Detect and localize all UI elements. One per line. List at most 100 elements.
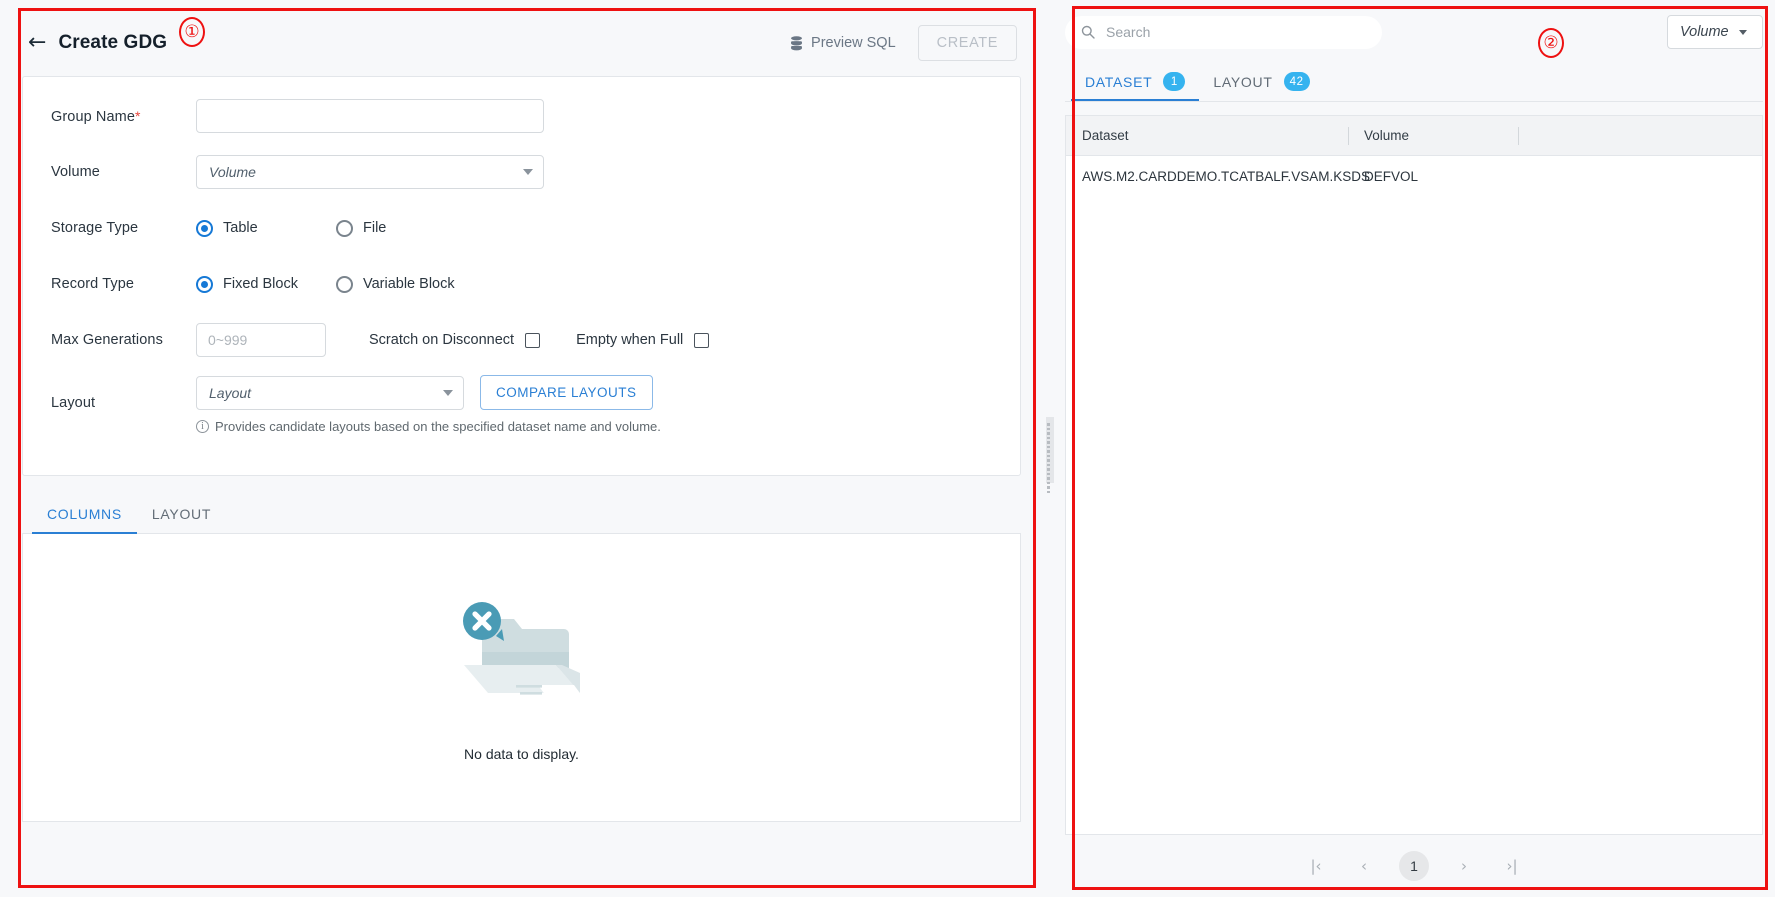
group-name-label: Group Name* (51, 108, 196, 125)
dataset-table: Dataset Volume AWS.M2.CARDDEMO.TCATBALF.… (1065, 115, 1763, 835)
volume-filter-select[interactable]: Volume (1667, 15, 1763, 49)
tab-columns[interactable]: COLUMNS (32, 506, 137, 534)
radio-record-fixed-block-label: Fixed Block (223, 276, 298, 292)
volume-select-value: Volume (209, 164, 256, 180)
column-header-dataset[interactable]: Dataset (1066, 116, 1348, 156)
tab-dataset-badge: 1 (1163, 72, 1186, 91)
cell-dataset: AWS.M2.CARDDEMO.TCATBALF.VSAM.KSDS (1082, 168, 1371, 184)
group-name-label-text: Group Name (51, 108, 136, 125)
pagination-last-button[interactable]: ›| (1499, 853, 1525, 879)
search-input[interactable] (1106, 24, 1366, 40)
annotation-marker-1: ① (179, 17, 205, 47)
layout-line: Layout COMPARE LAYOUTS (196, 375, 661, 410)
form-row-max-generations: Max Generations Scratch on Disconnect Em… (23, 319, 1020, 361)
checkbox-icon (525, 332, 541, 348)
tab-dataset[interactable]: DATASET 1 (1071, 72, 1200, 101)
record-type-label: Record Type (51, 276, 135, 292)
radio-icon-selected (196, 275, 213, 293)
table-row[interactable]: AWS.M2.CARDDEMO.TCATBALF.VSAM.KSDS DEFVO… (1066, 156, 1762, 196)
pagination-prev-button[interactable]: ‹ (1351, 853, 1377, 879)
checkbox-scratch-on-disconnect[interactable]: Scratch on Disconnect (369, 332, 541, 348)
dataset-browser-panel: Volume DATASET 1 LAYOUT 42 Dataset Volum… (1057, 0, 1775, 897)
page-title: Create GDG (58, 32, 168, 53)
search-box[interactable] (1065, 15, 1382, 49)
columns-layout-section: COLUMNS LAYOUT No data to display. (22, 489, 1021, 822)
form-row-record-type: Record Type Fixed Block Variable Block (23, 263, 1020, 305)
scratch-on-disconnect-label: Scratch on Disconnect (369, 332, 515, 348)
layout-select[interactable]: Layout (196, 375, 464, 410)
pagination: |‹ ‹ 1 › ›| (1065, 835, 1763, 897)
panel-splitter[interactable] (1043, 0, 1057, 897)
table-body-empty-area (1066, 196, 1762, 834)
radio-icon-selected (196, 219, 213, 237)
storage-type-label: Storage Type (51, 220, 139, 236)
lower-tabs: COLUMNS LAYOUT (22, 489, 1021, 534)
chevron-down-icon (443, 389, 453, 396)
radio-record-fixed-block[interactable]: Fixed Block (196, 275, 336, 293)
record-type-radio-group: Fixed Block Variable Block (196, 275, 455, 293)
preview-sql-button[interactable]: Preview SQL (790, 35, 896, 51)
search-icon (1081, 25, 1095, 39)
max-generations-input[interactable] (196, 323, 326, 357)
annotation-marker-2: ② (1538, 28, 1564, 58)
columns-empty-state: No data to display. (22, 534, 1021, 822)
cell-volume: DEFVOL (1364, 168, 1419, 184)
tab-layout-label: LAYOUT (1213, 73, 1273, 90)
radio-storage-file-label: File (363, 220, 387, 236)
storage-type-radio-group: Table File (196, 219, 387, 237)
create-button[interactable]: CREATE (917, 25, 1017, 61)
radio-record-variable-block-label: Variable Block (363, 276, 455, 292)
chevron-down-icon (1738, 29, 1747, 35)
gdg-form-card: Group Name* Volume Volume Storage Type T… (22, 76, 1021, 476)
app-root: ← Create GDG Preview SQL CREATE Group Na… (0, 0, 1775, 897)
empty-when-full-label: Empty when Full (576, 332, 684, 348)
tab-layout[interactable]: LAYOUT (137, 506, 226, 533)
radio-icon-unselected (336, 275, 353, 293)
folder-error-icon (462, 602, 582, 696)
radio-record-variable-block[interactable]: Variable Block (336, 275, 455, 293)
chevron-down-icon (523, 169, 533, 175)
layout-select-value: Layout (209, 384, 252, 401)
pagination-first-button[interactable]: |‹ (1303, 853, 1329, 879)
table-header-row: Dataset Volume (1066, 116, 1762, 156)
form-row-storage-type: Storage Type Table File (23, 207, 1020, 249)
checkbox-empty-when-full[interactable]: Empty when Full (576, 332, 710, 348)
dataset-browser-tabs: DATASET 1 LAYOUT 42 (1065, 61, 1763, 101)
layout-label: Layout (51, 395, 96, 411)
radio-storage-table[interactable]: Table (196, 219, 336, 237)
form-row-group-name: Group Name* (23, 95, 1020, 137)
layout-hint-text: Provides candidate layouts based on the … (215, 419, 661, 434)
volume-label: Volume (51, 164, 100, 180)
arrow-left-icon[interactable]: ← (28, 32, 46, 54)
checkbox-icon (694, 332, 710, 348)
layout-controls: Layout COMPARE LAYOUTS i Provides candid… (196, 375, 661, 434)
empty-state-text: No data to display. (464, 746, 579, 762)
column-header-volume[interactable]: Volume (1348, 116, 1518, 156)
tab-layout-badge: 42 (1283, 72, 1310, 91)
database-icon (791, 35, 803, 50)
required-asterisk: * (135, 107, 141, 124)
form-row-layout: Layout Layout COMPARE LAYOUTS i Provides… (23, 375, 1020, 434)
compare-layouts-button[interactable]: COMPARE LAYOUTS (480, 375, 653, 410)
volume-filter-value: Volume (1680, 24, 1729, 40)
pagination-page-1[interactable]: 1 (1399, 851, 1429, 881)
form-row-volume: Volume Volume (23, 151, 1020, 193)
layout-hint: i Provides candidate layouts based on th… (196, 419, 661, 434)
info-icon: i (196, 420, 209, 433)
radio-storage-table-label: Table (223, 220, 258, 236)
volume-select[interactable]: Volume (196, 155, 544, 189)
radio-storage-file[interactable]: File (336, 219, 387, 237)
dataset-browser-toolbar: Volume (1065, 12, 1763, 52)
group-name-input[interactable] (196, 99, 544, 133)
tabs-divider (1065, 101, 1763, 102)
tab-layout[interactable]: LAYOUT 42 (1199, 72, 1323, 101)
splitter-grip-icon (1046, 417, 1054, 493)
create-gdg-panel: ← Create GDG Preview SQL CREATE Group Na… (0, 0, 1043, 897)
max-generations-label: Max Generations (51, 332, 163, 348)
column-header-blank (1518, 116, 1762, 156)
pagination-next-button[interactable]: › (1451, 853, 1477, 879)
panel-header: ← Create GDG Preview SQL CREATE (22, 21, 1021, 65)
radio-icon-unselected (336, 219, 353, 237)
preview-sql-label: Preview SQL (811, 35, 896, 51)
tab-dataset-label: DATASET (1085, 73, 1153, 90)
